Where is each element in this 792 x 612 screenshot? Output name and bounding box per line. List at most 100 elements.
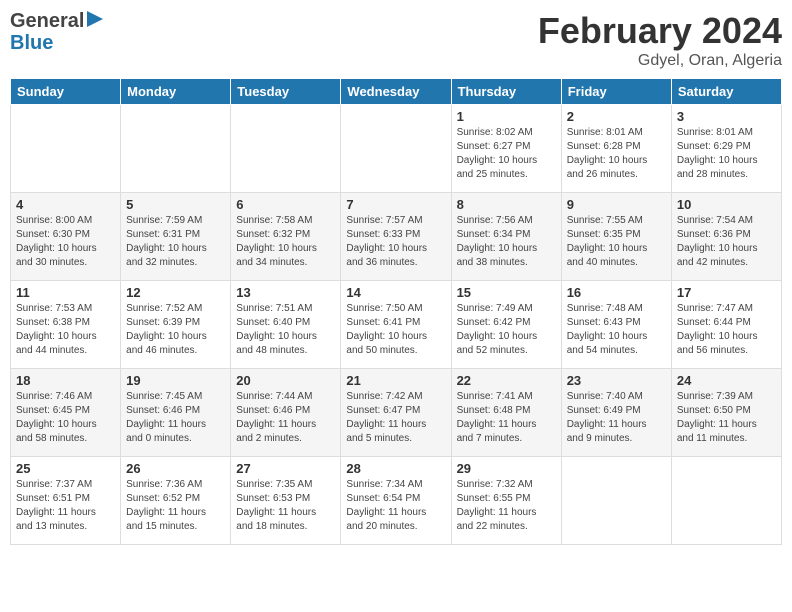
day-number-9: 9 <box>567 197 666 212</box>
logo-arrow-icon <box>87 9 103 29</box>
calendar-cell-3-2: 20Sunrise: 7:44 AM Sunset: 6:46 PM Dayli… <box>231 369 341 457</box>
calendar-cell-0-3 <box>341 105 451 193</box>
day-info-27: Sunrise: 7:35 AM Sunset: 6:53 PM Dayligh… <box>236 478 335 534</box>
day-info-19: Sunrise: 7:45 AM Sunset: 6:46 PM Dayligh… <box>126 390 225 446</box>
calendar-cell-3-6: 24 Sunrise: 7:39 AM Sunset: 6:50 PM Dayli… <box>671 369 781 457</box>
calendar-cell-4-0: 25 Sunrise: 7:37 AM Sunset: 6:51 PM Dayli… <box>11 457 121 545</box>
week-row-0: 1 Sunrise: 8:02 AM Sunset: 6:27 PM Daylig… <box>11 105 782 193</box>
day-number-22: 22 <box>457 373 556 388</box>
day-number-15: 15 <box>457 285 556 300</box>
day-info-24: Sunrise: 7:39 AM Sunset: 6:50 PM Dayligh… <box>677 390 776 446</box>
calendar-cell-3-1: 19 Sunrise: 7:45 AM Sunset: 6:46 PM Dayli… <box>121 369 231 457</box>
day-info-5: Sunrise: 7:59 AM Sunset: 6:31 PM Dayligh… <box>126 214 225 270</box>
calendar-cell-2-6: 17 Sunrise: 7:47 AM Sunset: 6:44 PM Dayli… <box>671 281 781 369</box>
calendar-cell-0-5: 2 Sunrise: 8:01 AM Sunset: 6:28 PM Daylig… <box>561 105 671 193</box>
calendar-cell-0-2 <box>231 105 341 193</box>
day-info-26: Sunrise: 7:36 AM Sunset: 6:52 PM Dayligh… <box>126 478 225 534</box>
calendar-cell-3-4: 22Sunrise: 7:41 AM Sunset: 6:48 PM Dayli… <box>451 369 561 457</box>
calendar-cell-1-1: 5Sunrise: 7:59 AM Sunset: 6:31 PM Daylig… <box>121 193 231 281</box>
day-info-12: Sunrise: 7:52 AM Sunset: 6:39 PM Dayligh… <box>126 302 225 358</box>
day-info-17: Sunrise: 7:47 AM Sunset: 6:44 PM Dayligh… <box>677 302 776 358</box>
day-info-25: Sunrise: 7:37 AM Sunset: 6:51 PM Dayligh… <box>16 478 115 534</box>
week-row-4: 25 Sunrise: 7:37 AM Sunset: 6:51 PM Dayli… <box>11 457 782 545</box>
calendar-cell-1-4: 8 Sunrise: 7:56 AM Sunset: 6:34 PM Daylig… <box>451 193 561 281</box>
logo-general-text: General <box>10 10 84 32</box>
calendar-table: Sunday Monday Tuesday Wednesday Thursday… <box>10 78 782 545</box>
day-number-28: 28 <box>346 461 445 476</box>
calendar-cell-2-3: 14 Sunrise: 7:50 AM Sunset: 6:41 PM Dayli… <box>341 281 451 369</box>
calendar-location: Gdyel, Oran, Algeria <box>538 52 782 70</box>
day-info-3: Sunrise: 8:01 AM Sunset: 6:29 PM Dayligh… <box>677 126 776 182</box>
calendar-cell-2-4: 15 Sunrise: 7:49 AM Sunset: 6:42 PM Dayli… <box>451 281 561 369</box>
day-number-13: 13 <box>236 285 335 300</box>
day-info-9: Sunrise: 7:55 AM Sunset: 6:35 PM Dayligh… <box>567 214 666 270</box>
header: General Blue February 2024 Gdyel, Oran, … <box>10 10 782 70</box>
day-number-8: 8 <box>457 197 556 212</box>
day-number-25: 25 <box>16 461 115 476</box>
day-info-15: Sunrise: 7:49 AM Sunset: 6:42 PM Dayligh… <box>457 302 556 358</box>
day-number-6: 6 <box>236 197 335 212</box>
calendar-cell-3-0: 18Sunrise: 7:46 AM Sunset: 6:45 PM Dayli… <box>11 369 121 457</box>
calendar-cell-0-1 <box>121 105 231 193</box>
col-thursday: Thursday <box>451 79 561 105</box>
day-info-1: Sunrise: 8:02 AM Sunset: 6:27 PM Dayligh… <box>457 126 556 182</box>
calendar-cell-4-1: 26 Sunrise: 7:36 AM Sunset: 6:52 PM Dayli… <box>121 457 231 545</box>
calendar-cell-3-5: 23Sunrise: 7:40 AM Sunset: 6:49 PM Dayli… <box>561 369 671 457</box>
day-number-7: 7 <box>346 197 445 212</box>
calendar-cell-1-2: 6Sunrise: 7:58 AM Sunset: 6:32 PM Daylig… <box>231 193 341 281</box>
day-number-29: 29 <box>457 461 556 476</box>
calendar-cell-3-3: 21Sunrise: 7:42 AM Sunset: 6:47 PM Dayli… <box>341 369 451 457</box>
calendar-cell-4-4: 29Sunrise: 7:32 AM Sunset: 6:55 PM Dayli… <box>451 457 561 545</box>
day-number-23: 23 <box>567 373 666 388</box>
page: General Blue February 2024 Gdyel, Oran, … <box>0 0 792 612</box>
calendar-cell-1-5: 9 Sunrise: 7:55 AM Sunset: 6:35 PM Daylig… <box>561 193 671 281</box>
week-row-2: 11 Sunrise: 7:53 AM Sunset: 6:38 PM Dayli… <box>11 281 782 369</box>
day-info-4: Sunrise: 8:00 AM Sunset: 6:30 PM Dayligh… <box>16 214 115 270</box>
day-number-3: 3 <box>677 109 776 124</box>
calendar-cell-2-5: 16 Sunrise: 7:48 AM Sunset: 6:43 PM Dayli… <box>561 281 671 369</box>
calendar-cell-0-6: 3 Sunrise: 8:01 AM Sunset: 6:29 PM Daylig… <box>671 105 781 193</box>
calendar-cell-4-3: 28 Sunrise: 7:34 AM Sunset: 6:54 PM Dayli… <box>341 457 451 545</box>
day-number-1: 1 <box>457 109 556 124</box>
logo: General Blue <box>10 10 103 54</box>
day-number-11: 11 <box>16 285 115 300</box>
day-number-12: 12 <box>126 285 225 300</box>
calendar-cell-4-2: 27 Sunrise: 7:35 AM Sunset: 6:53 PM Dayli… <box>231 457 341 545</box>
calendar-cell-0-0 <box>11 105 121 193</box>
day-info-21: Sunrise: 7:42 AM Sunset: 6:47 PM Dayligh… <box>346 390 445 446</box>
day-info-8: Sunrise: 7:56 AM Sunset: 6:34 PM Dayligh… <box>457 214 556 270</box>
calendar-cell-1-0: 4 Sunrise: 8:00 AM Sunset: 6:30 PM Daylig… <box>11 193 121 281</box>
col-sunday: Sunday <box>11 79 121 105</box>
day-number-26: 26 <box>126 461 225 476</box>
day-number-16: 16 <box>567 285 666 300</box>
col-saturday: Saturday <box>671 79 781 105</box>
day-number-24: 24 <box>677 373 776 388</box>
day-number-17: 17 <box>677 285 776 300</box>
calendar-cell-2-0: 11 Sunrise: 7:53 AM Sunset: 6:38 PM Dayli… <box>11 281 121 369</box>
col-wednesday: Wednesday <box>341 79 451 105</box>
day-info-7: Sunrise: 7:57 AM Sunset: 6:33 PM Dayligh… <box>346 214 445 270</box>
week-row-1: 4 Sunrise: 8:00 AM Sunset: 6:30 PM Daylig… <box>11 193 782 281</box>
day-number-14: 14 <box>346 285 445 300</box>
logo-blue-text: Blue <box>10 32 53 54</box>
day-info-16: Sunrise: 7:48 AM Sunset: 6:43 PM Dayligh… <box>567 302 666 358</box>
day-info-18: Sunrise: 7:46 AM Sunset: 6:45 PM Dayligh… <box>16 390 115 446</box>
day-info-2: Sunrise: 8:01 AM Sunset: 6:28 PM Dayligh… <box>567 126 666 182</box>
day-info-14: Sunrise: 7:50 AM Sunset: 6:41 PM Dayligh… <box>346 302 445 358</box>
day-number-2: 2 <box>567 109 666 124</box>
day-number-19: 19 <box>126 373 225 388</box>
day-number-4: 4 <box>16 197 115 212</box>
day-info-11: Sunrise: 7:53 AM Sunset: 6:38 PM Dayligh… <box>16 302 115 358</box>
calendar-cell-4-6 <box>671 457 781 545</box>
week-row-3: 18Sunrise: 7:46 AM Sunset: 6:45 PM Dayli… <box>11 369 782 457</box>
day-info-28: Sunrise: 7:34 AM Sunset: 6:54 PM Dayligh… <box>346 478 445 534</box>
day-info-20: Sunrise: 7:44 AM Sunset: 6:46 PM Dayligh… <box>236 390 335 446</box>
col-tuesday: Tuesday <box>231 79 341 105</box>
calendar-cell-4-5 <box>561 457 671 545</box>
col-monday: Monday <box>121 79 231 105</box>
calendar-cell-2-1: 12 Sunrise: 7:52 AM Sunset: 6:39 PM Dayli… <box>121 281 231 369</box>
day-number-27: 27 <box>236 461 335 476</box>
calendar-cell-1-6: 10Sunrise: 7:54 AM Sunset: 6:36 PM Dayli… <box>671 193 781 281</box>
title-block: February 2024 Gdyel, Oran, Algeria <box>538 10 782 70</box>
calendar-cell-0-4: 1 Sunrise: 8:02 AM Sunset: 6:27 PM Daylig… <box>451 105 561 193</box>
